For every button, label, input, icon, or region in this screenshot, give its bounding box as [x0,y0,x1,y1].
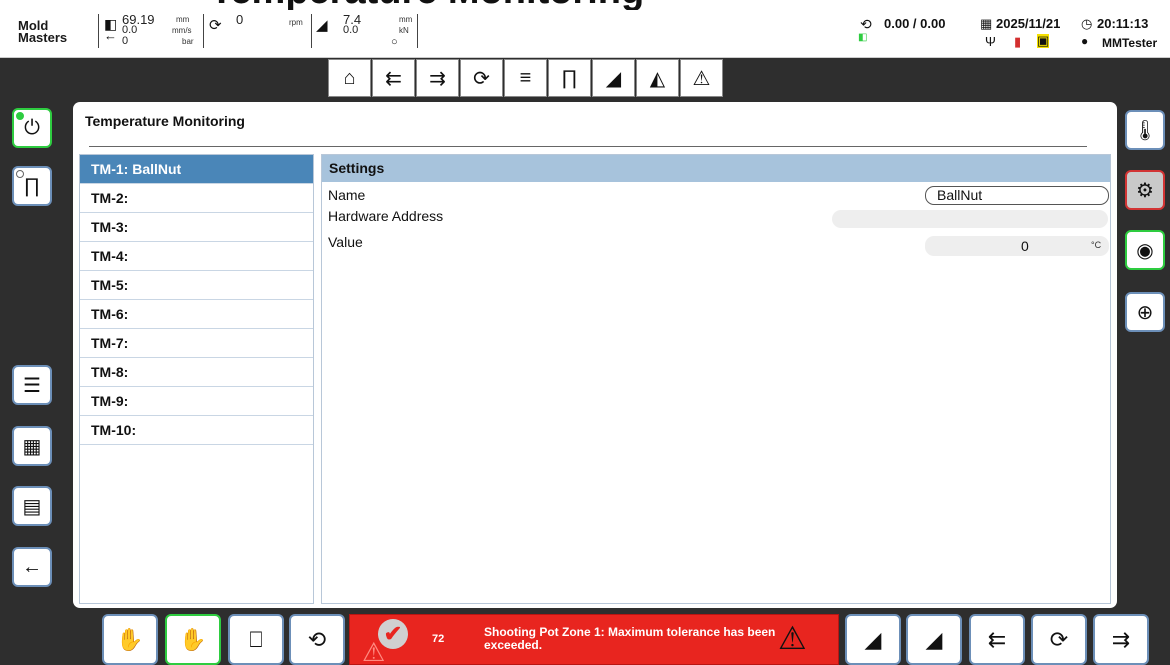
settings-gears-icon[interactable]: ⚙ [1125,170,1165,210]
unit-kn: kN [399,26,409,35]
navigation-toolbar: ⌂ ⇇ ⇉ ⟳ ≡ ∏ ◢ ◭ ⚠ [0,58,1170,98]
home-icon[interactable]: ⌂ [328,59,371,97]
screw-value: 0 [236,12,244,27]
unit-mm: mm [399,15,413,24]
back-arrow-icon[interactable]: ← [12,547,52,587]
name-label: Name [328,187,366,203]
storage-icon: ▣ [1037,33,1050,48]
list-item[interactable]: TM-2: [80,184,313,213]
check-icon: ✔ [378,619,408,649]
separator [417,14,418,48]
injection-forward-icon[interactable]: ⇉ [1093,614,1149,665]
calendar-icon: ▦ [980,16,993,31]
semi-auto-icon[interactable]: ⎕ [228,614,284,665]
target-icon[interactable]: ⊕ [1125,292,1165,332]
auto-cycle-icon[interactable]: ⟲ [289,614,345,665]
injection-back-icon[interactable]: ⇇ [969,614,1025,665]
hold-icon[interactable]: ⇉ [416,59,459,97]
list-item[interactable]: TM-8: [80,358,313,387]
clamp-close-icon[interactable]: ◢ [906,614,962,665]
screw-icon: ⟳ [209,17,222,34]
document-icon[interactable]: ▤ [12,486,52,526]
menu-icon[interactable]: ☰ [12,365,52,405]
clamp-force: 0.0 [343,24,359,36]
screw-icon[interactable]: ⟳ [460,59,503,97]
name-field[interactable]: BallNut [925,186,1109,205]
clamp-open-icon[interactable]: ◢ [845,614,901,665]
calculator-icon[interactable]: ▦ [12,426,52,466]
cycle-time: 0.00 / 0.00 [884,16,946,31]
alarm-icon[interactable]: ⚠ [680,59,723,97]
window-heading: Temperature Monitoring [0,0,1170,10]
list-item[interactable]: TM-9: [80,387,313,416]
name-row: Name BallNut [322,182,1110,208]
nozzle-icon[interactable]: ≡ [504,59,547,97]
warning-icon[interactable]: ⚠ [778,619,807,657]
list-item[interactable]: TM-1: BallNut [80,155,313,184]
status-dot [16,112,24,120]
settings-header: Settings [322,155,1110,182]
hardware-address-row: Hardware Address [322,208,1110,234]
cycle-icon: ⟲ [860,16,872,32]
alarm-count: 72 [432,633,445,645]
separator [311,14,312,48]
value-unit: °C [1091,240,1102,250]
injection-icon[interactable]: ⇇ [372,59,415,97]
separator [203,14,204,48]
window-heading-text: Temperature Monitoring [210,0,644,10]
unit-mm-s: mm/s [172,26,192,35]
user-icon: ● [1081,34,1089,48]
list-item[interactable]: TM-5: [80,271,313,300]
alarm-banner[interactable]: ⚠ ✔ 72 Shooting Pot Zone 1: Maximum tole… [349,614,839,665]
separator [98,14,99,48]
eye-icon[interactable]: ◉ [1125,230,1165,270]
value-row: Value 0 °C [322,234,1110,260]
time: 20:11:13 [1097,16,1149,31]
arrow-left-icon: ← [104,28,117,43]
value-text: 0 [1021,238,1029,254]
heater-power-button[interactable]: ⏻ [12,108,52,148]
value-label: Value [328,234,363,250]
list-item[interactable]: TM-7: [80,329,313,358]
thermometer-icon[interactable]: 🌡 [1125,110,1165,150]
clock-icon: ◷ [1081,16,1093,31]
alarm-message: Shooting Pot Zone 1: Maximum tolerance h… [484,625,776,652]
settings-panel: Settings Name BallNut Hardware Address V… [321,154,1111,604]
unit-mm: mm [176,15,190,24]
user-name[interactable]: MMTester [1102,36,1157,50]
manual-mode-off-icon[interactable]: ✋ [102,614,158,665]
database-icon: ▮ [1014,34,1022,49]
injection-pressure: 0 [122,35,129,47]
value-field: 0 °C [925,236,1109,256]
monitor-list: TM-1: BallNut TM-2: TM-3: TM-4: TM-5: TM… [79,154,314,604]
clamp-status-circle-icon: ○ [391,36,398,48]
list-item[interactable]: TM-6: [80,300,313,329]
date: 2025/11/21 [996,16,1061,31]
list-item[interactable]: TM-3: [80,213,313,242]
clamp-unit-icon: ◢ [316,17,328,34]
hardware-address-field [832,210,1108,228]
list-item[interactable]: TM-10: [80,416,313,445]
unit-rpm: rpm [289,18,303,27]
divider [89,146,1087,147]
heater-icon[interactable]: ∏ [548,59,591,97]
bottom-bar: ✋ ✋ ⎕ ⟲ ⚠ ✔ 72 Shooting Pot Zone 1: Maxi… [0,610,1170,665]
main-panel: Temperature Monitoring TM-1: BallNut TM-… [73,102,1117,608]
clamp-icon[interactable]: ◢ [592,59,635,97]
mold-masters-logo: Mold Masters [18,18,68,45]
usb-icon: Ψ [985,34,996,49]
hardware-address-label: Hardware Address [328,208,444,224]
screw-rotate-icon[interactable]: ⟳ [1031,614,1087,665]
list-item[interactable]: TM-4: [80,242,313,271]
status-bar: Mold Masters ◧ ← 69.19 0.0 0 mm mm/s bar… [0,10,1170,58]
status-dot [16,170,24,178]
page-title: Temperature Monitoring [85,113,245,129]
manual-mode-icon[interactable]: ✋ [165,614,221,665]
heater-button[interactable]: ∏ [12,166,52,206]
unit-bar: bar [182,37,194,46]
mold-icon[interactable]: ◭ [636,59,679,97]
injection-status-icon: ◧ [858,32,868,43]
